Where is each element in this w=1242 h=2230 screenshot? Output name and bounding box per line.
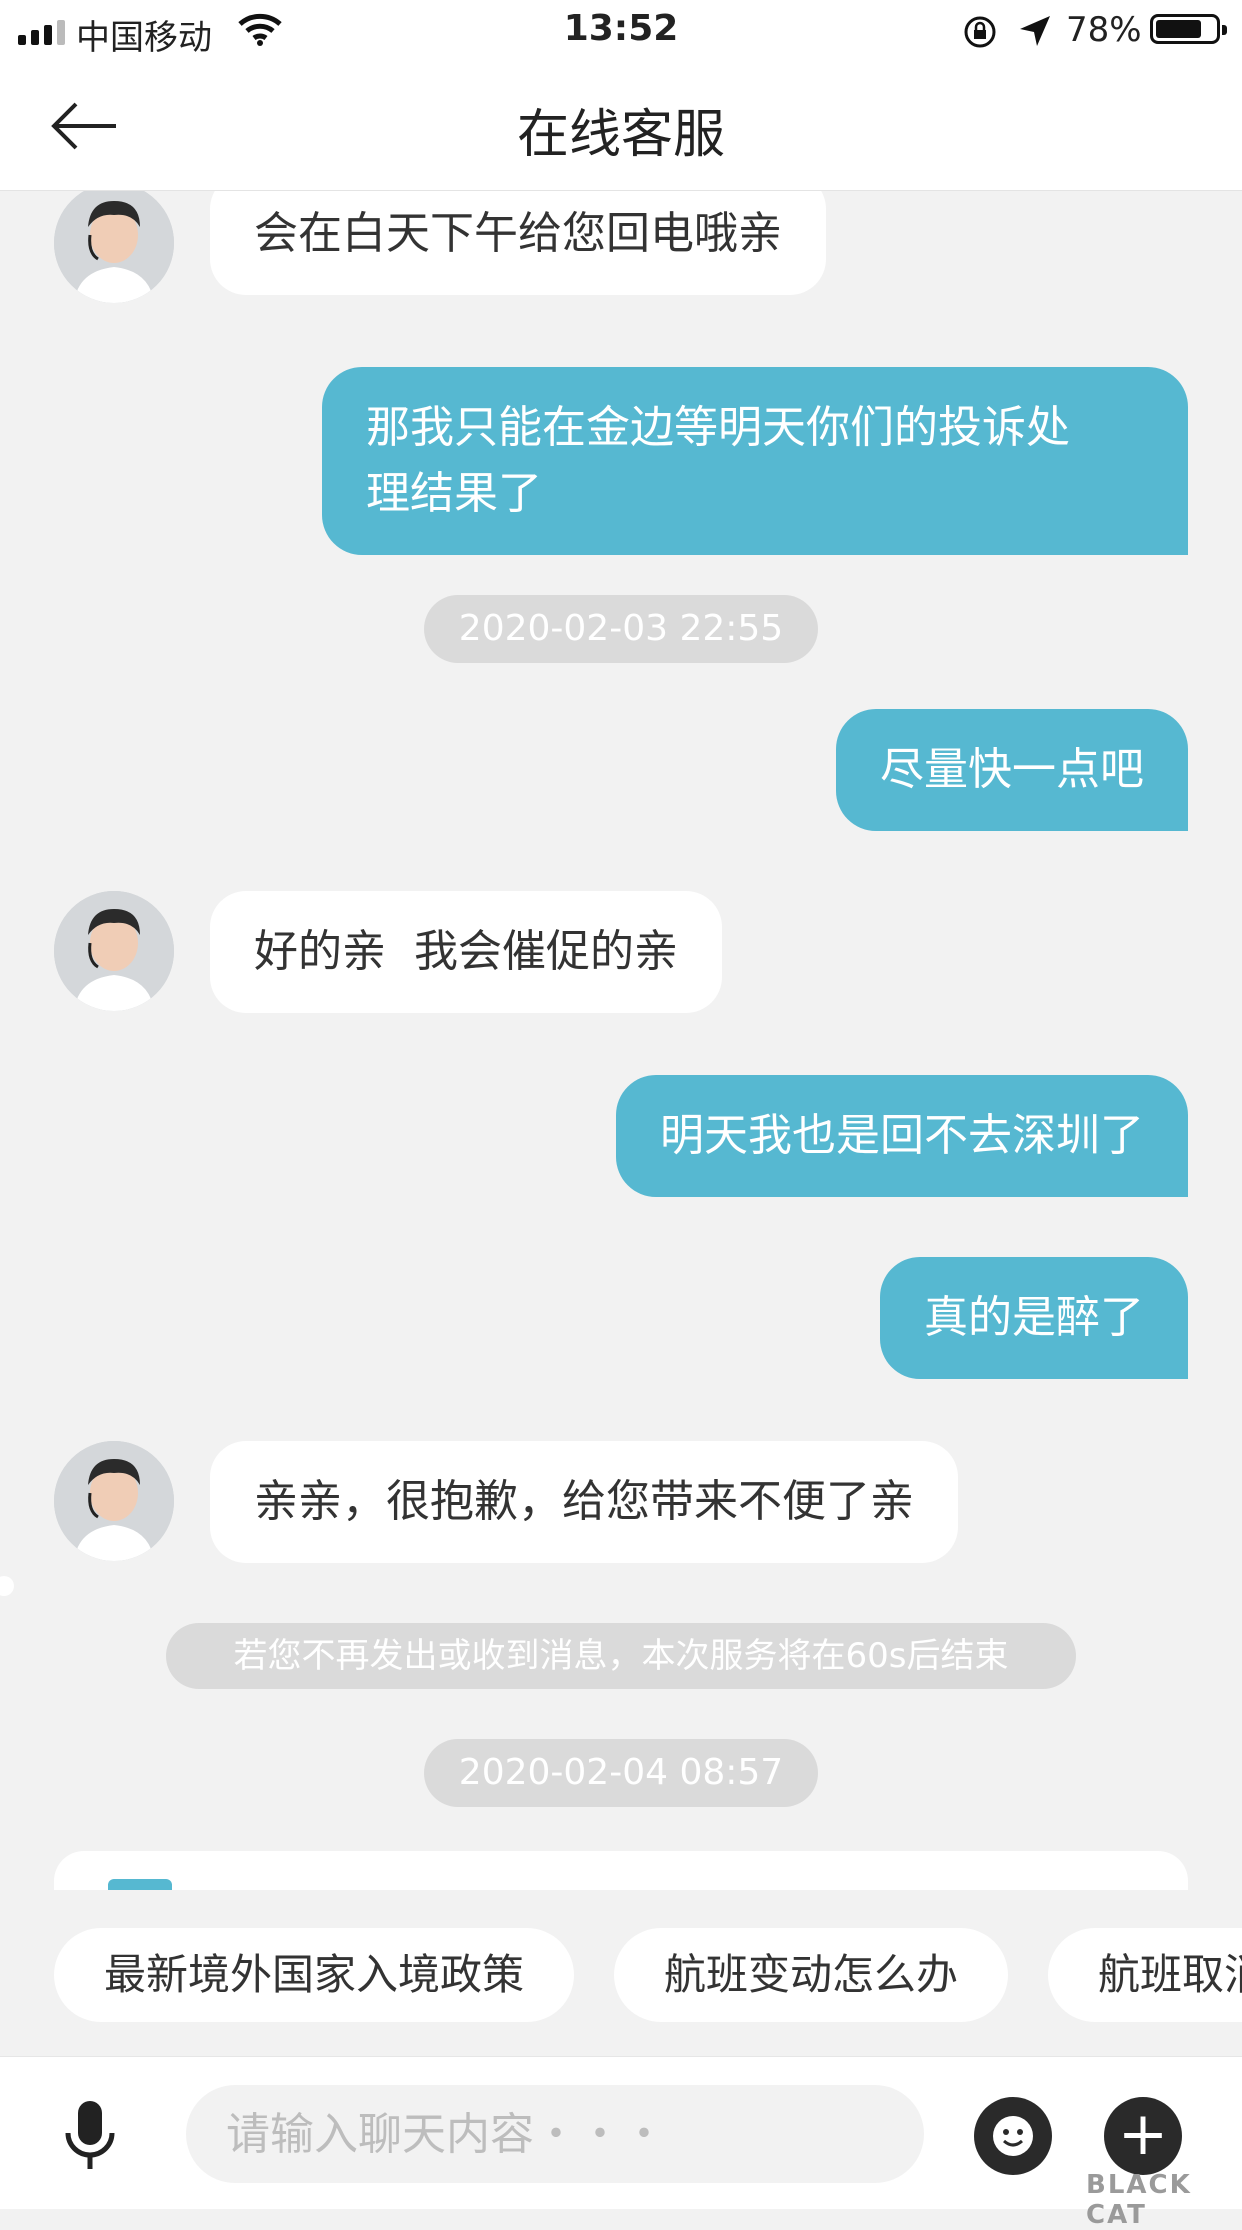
battery-percentage: 78% xyxy=(1066,10,1142,50)
quick-reply-chip[interactable]: 航班变动怎么办 xyxy=(614,1928,1009,2022)
clock: 13:52 xyxy=(563,8,679,49)
status-bar: 中国移动 13:52 78% xyxy=(0,0,1242,62)
agent-message: 会在白天下午给您回电哦亲 xyxy=(210,191,826,295)
lock-rotation-icon xyxy=(962,14,998,54)
user-message: 明天我也是回不去深圳了 xyxy=(616,1075,1188,1197)
agent-avatar xyxy=(54,1441,174,1561)
quick-replies: 最新境外国家入境政策 航班变动怎么办 航班取消 xyxy=(0,1890,1242,2056)
quick-reply-chip[interactable]: 最新境外国家入境政策 xyxy=(54,1928,575,2022)
input-bar: + xyxy=(0,2056,1242,2209)
navigation-bar: 在线客服 xyxy=(0,62,1242,191)
watermark: BLACK CAT xyxy=(1086,2170,1192,2230)
agent-avatar xyxy=(54,891,174,1011)
timestamp: 2020-02-04 08:57 xyxy=(424,1739,818,1807)
agent-message: 亲亲，很抱歉，给您带来不便了亲 xyxy=(210,1441,958,1563)
chat-input[interactable] xyxy=(186,2085,924,2183)
chat-area[interactable]: 会在白天下午给您回电哦亲 那我只能在金边等明天你们的投诉处 理结果了 2020-… xyxy=(0,191,1242,1890)
timestamp: 2020-02-03 22:55 xyxy=(424,595,818,663)
user-message: 真的是醉了 xyxy=(880,1257,1188,1379)
battery-icon xyxy=(1150,14,1227,44)
microphone-icon[interactable] xyxy=(62,2099,118,2177)
location-arrow-icon xyxy=(1018,14,1052,52)
user-message: 尽量快一点吧 xyxy=(836,709,1188,831)
agent-avatar xyxy=(54,191,174,303)
system-notice: 若您不再发出或收到消息，本次服务将在60s后结束 xyxy=(166,1623,1076,1689)
page-title: 在线客服 xyxy=(516,105,725,165)
message-card[interactable] xyxy=(54,1851,1188,1890)
quick-reply-chip[interactable]: 航班取消 xyxy=(1048,1928,1242,2022)
agent-message: 好的亲 我会催促的亲 xyxy=(210,891,722,1013)
card-icon xyxy=(108,1879,172,1890)
emoji-icon[interactable] xyxy=(974,2097,1052,2175)
user-message: 那我只能在金边等明天你们的投诉处 理结果了 xyxy=(322,367,1188,555)
plus-icon[interactable]: + xyxy=(1104,2097,1182,2175)
